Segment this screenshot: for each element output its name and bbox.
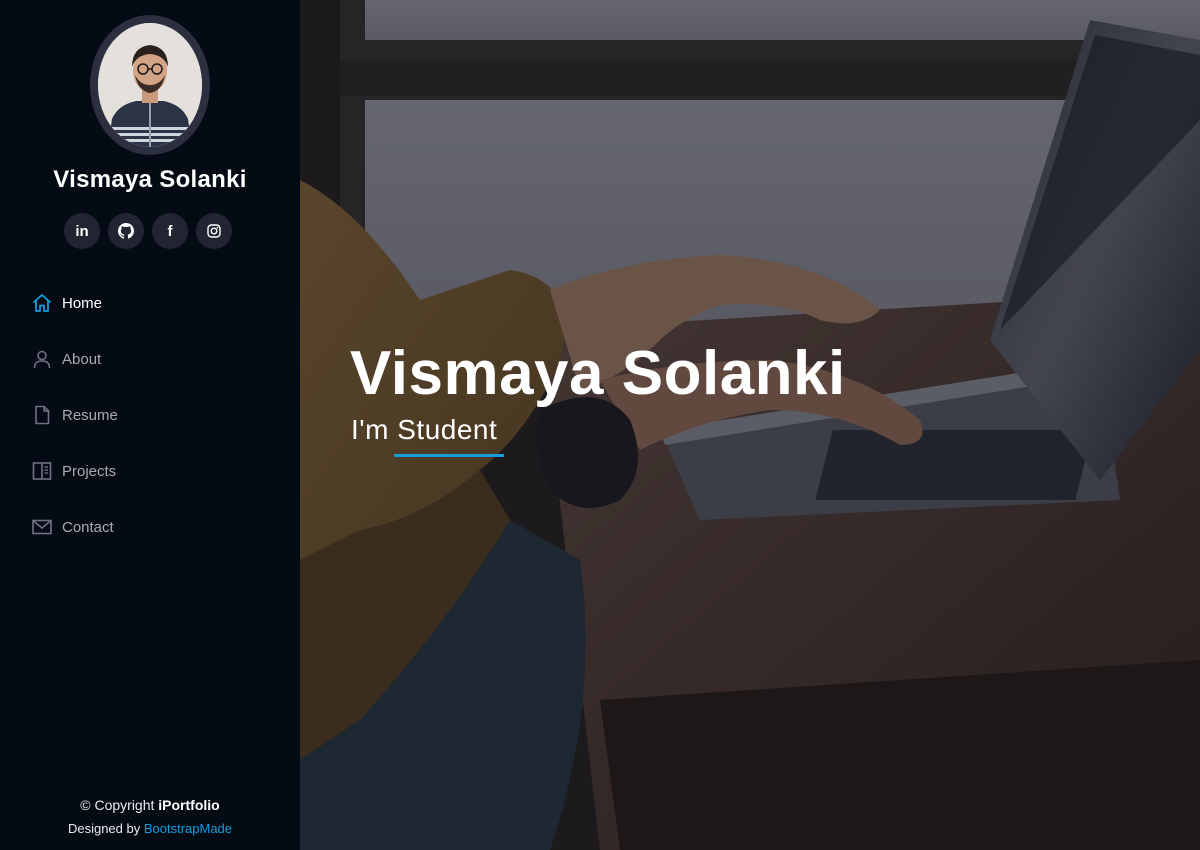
nav-label-about: About [62,350,102,368]
nav-item-home[interactable]: Home [0,275,300,331]
github-icon [118,223,134,239]
nav-item-resume[interactable]: Resume [0,387,300,443]
sidebar: Vismaya Solanki in f Home About Resume P… [0,0,300,850]
nav-label-home: Home [62,294,103,312]
nav-item-contact[interactable]: Contact [0,499,300,555]
avatar [90,15,210,155]
nav-label-projects: Projects [62,462,117,480]
facebook-link[interactable]: f [152,213,188,249]
typed-underline [394,454,504,457]
user-icon [30,347,54,371]
social-links: in f [64,213,232,249]
credits-text: Designed by [67,821,144,836]
brand-name: iPortfolio [158,797,220,813]
main-nav: Home About Resume Projects Contact [0,275,300,555]
instagram-icon [207,224,221,238]
typed-text: Student [397,414,498,445]
profile-name: Vismaya Solanki [53,166,247,193]
book-icon [30,459,54,483]
hero-prefix: I'm [351,414,398,445]
github-link[interactable] [108,213,144,249]
nav-label-resume: Resume [62,406,118,424]
hero-section: Vismaya Solanki I'm Student [300,0,1200,850]
bootstrapmade-link[interactable]: BootstrapMade [144,821,232,836]
copyright-text: © Copyright [80,797,159,813]
file-icon [30,403,54,427]
copyright: © Copyright iPortfolio [0,797,300,813]
home-icon [30,291,54,315]
sidebar-footer: © Copyright iPortfolio Designed by Boots… [0,797,300,850]
instagram-link[interactable] [196,213,232,249]
nav-item-about[interactable]: About [0,331,300,387]
hero-title: Vismaya Solanki [350,339,846,408]
hero-subtitle: I'm Student [351,414,497,446]
envelope-icon [30,515,54,539]
linkedin-icon: in [75,222,89,240]
nav-label-contact: Contact [62,518,114,536]
facebook-icon: f [167,222,173,240]
linkedin-link[interactable]: in [64,213,100,249]
credits: Designed by BootstrapMade [0,821,300,836]
nav-item-projects[interactable]: Projects [0,443,300,499]
